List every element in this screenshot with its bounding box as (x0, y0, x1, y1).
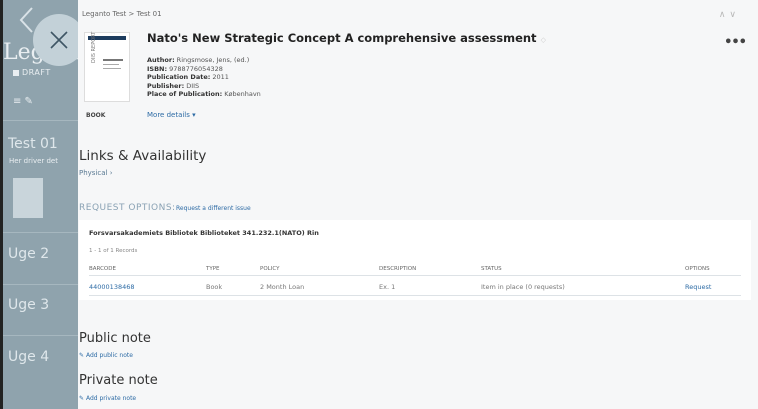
request-button[interactable]: Request (685, 283, 711, 291)
add-private-note-link[interactable]: ✎ Add private note (79, 395, 136, 402)
item-details-panel: Leganto Test > Test 01 ∧∨ ••• DIIS REPOR… (78, 0, 758, 409)
request-different-issue-link[interactable]: Request a different issue (176, 205, 251, 212)
divider (3, 284, 78, 285)
column-header-options: OPTIONS (685, 266, 710, 272)
divider (3, 232, 78, 233)
pencil-icon: ✎ (79, 395, 85, 402)
week-section-3: Uge 3 (8, 297, 50, 313)
item-thumbnail (13, 178, 43, 218)
records-count: 1 - 1 of 1 Records (89, 248, 138, 254)
holding-location: Forsvarsakademiets Bibliotek Biblioteket… (89, 229, 319, 237)
column-header-policy: POLICY (260, 266, 280, 272)
chevron-right-icon: › (109, 169, 113, 177)
section-subtitle: Her driver det (9, 157, 58, 165)
week-section-2: Uge 2 (8, 246, 50, 262)
physical-link[interactable]: Physical › (79, 169, 113, 177)
section-title: Test 01 (8, 136, 58, 152)
holdings-card: Forsvarsakademiets Bibliotek Biblioteket… (79, 220, 751, 300)
add-public-note-link[interactable]: ✎ Add public note (79, 352, 133, 359)
column-header-barcode: BARCODE (89, 266, 116, 272)
pencil-icon: ✎ (79, 352, 85, 359)
close-icon (50, 31, 68, 49)
column-header-status: STATUS (481, 266, 502, 272)
divider (3, 120, 78, 121)
private-note-heading: Private note (79, 373, 158, 388)
add-private-note-label: Add private note (85, 395, 137, 402)
public-note-heading: Public note (79, 331, 151, 346)
list-edit-icons[interactable]: ≡ ✎ (13, 96, 33, 107)
links-availability-heading: Links & Availability (79, 148, 207, 164)
column-header-type: TYPE (206, 266, 220, 272)
barcode-link[interactable]: 44000138468 (89, 283, 135, 291)
request-options-label: REQUEST OPTIONS: (79, 203, 176, 213)
cell-status: Item in place (0 requests) (481, 283, 565, 291)
divider (89, 295, 741, 296)
week-section-4: Uge 4 (8, 349, 50, 365)
column-header-description: DESCRIPTION (379, 266, 417, 272)
status-badge: DRAFT (13, 68, 51, 77)
cell-policy: 2 Month Loan (260, 283, 305, 291)
divider (89, 275, 741, 276)
divider (3, 335, 78, 336)
cell-description: Ex. 1 (379, 283, 396, 291)
physical-label: Physical (79, 169, 108, 177)
cell-type: Book (206, 283, 223, 291)
add-public-note-label: Add public note (85, 352, 133, 359)
